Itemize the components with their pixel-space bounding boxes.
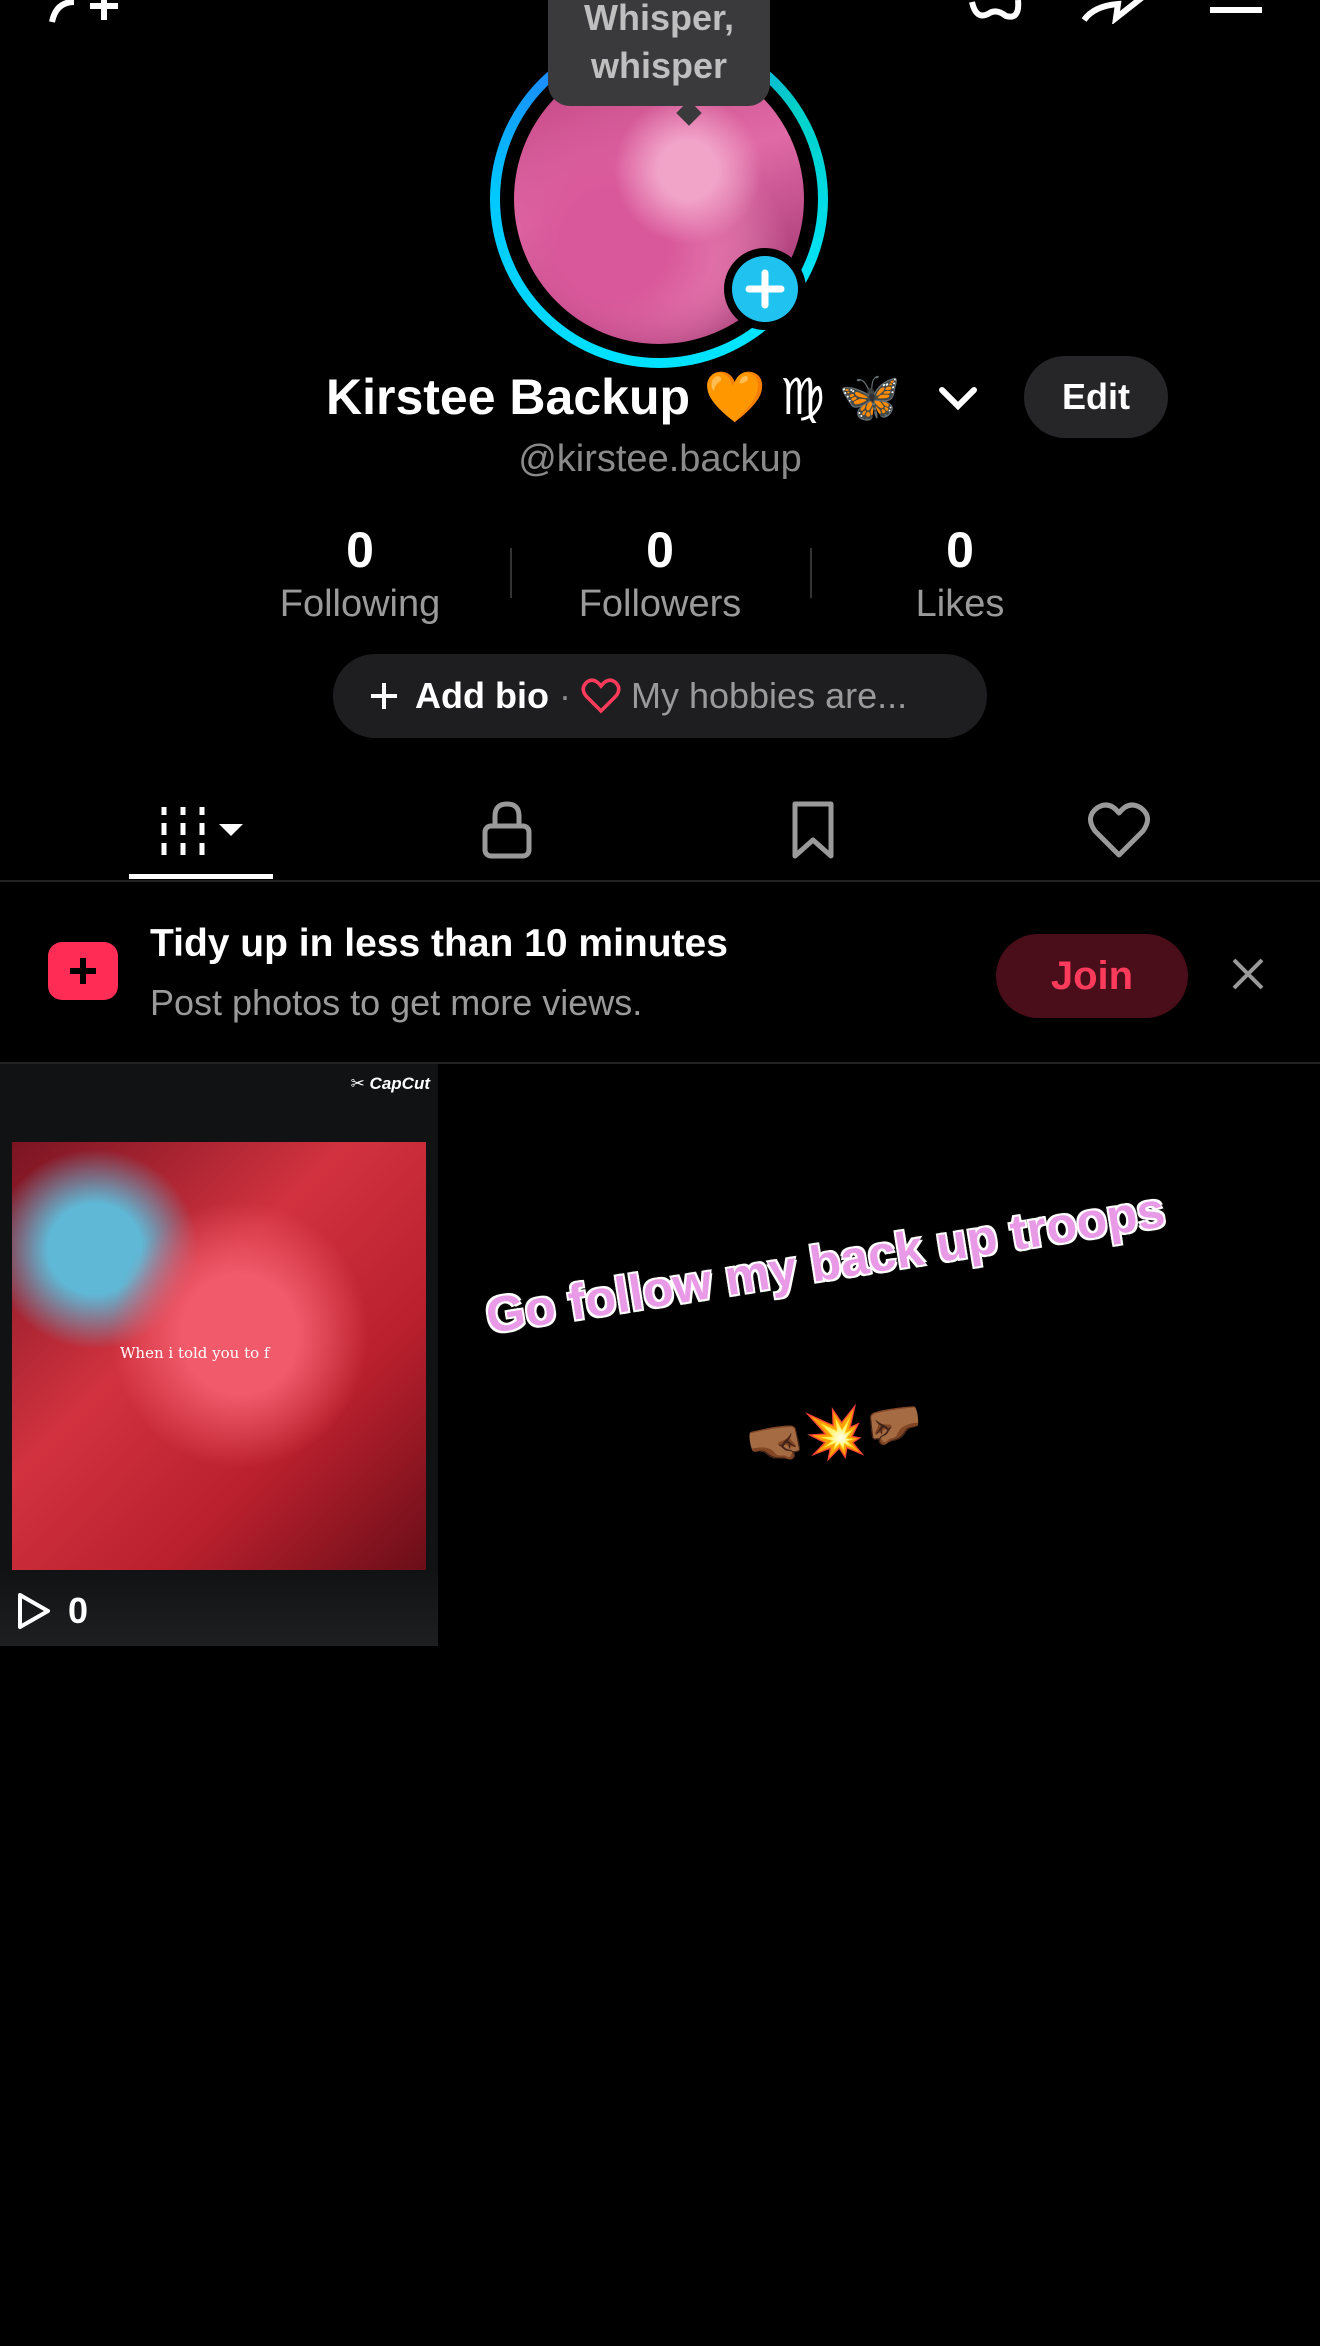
grid-icon bbox=[158, 803, 208, 857]
join-button[interactable]: Join bbox=[996, 934, 1188, 1018]
stat-label: Following bbox=[279, 583, 441, 625]
creator-tools-icon[interactable] bbox=[966, 0, 1026, 24]
close-icon[interactable] bbox=[1228, 954, 1268, 994]
heart-icon bbox=[1087, 801, 1151, 859]
video-thumbnail[interactable]: ✂︎ CapCut When i told you to f 0 bbox=[0, 1064, 438, 1646]
stat-label: Followers bbox=[578, 583, 742, 625]
sticker-emoji: 🤜🏾💥🤛🏾 bbox=[742, 1394, 928, 1475]
tab-videos[interactable] bbox=[129, 780, 273, 880]
add-bio-button[interactable]: Add bio · My hobbies are... bbox=[333, 654, 987, 738]
photo-prompt-banner: Tidy up in less than 10 minutes Post pho… bbox=[0, 882, 1320, 1064]
add-photo-icon bbox=[48, 942, 118, 1000]
view-count-value: 0 bbox=[68, 1590, 89, 1631]
chevron-down-icon[interactable] bbox=[938, 382, 978, 412]
stat-following[interactable]: 0 Following bbox=[210, 520, 510, 628]
caret-down-icon bbox=[218, 822, 244, 838]
video-caption: When i told you to f bbox=[120, 1344, 270, 1362]
tab-saved[interactable] bbox=[738, 780, 888, 880]
edit-profile-button[interactable]: Edit bbox=[1024, 356, 1168, 438]
add-story-button[interactable] bbox=[724, 248, 806, 330]
stat-likes[interactable]: 0 Likes bbox=[810, 520, 1110, 628]
tab-liked[interactable] bbox=[1044, 780, 1194, 880]
bio-separator: · bbox=[558, 675, 571, 716]
add-friend-icon[interactable] bbox=[44, 0, 124, 24]
capcut-watermark: ✂︎ CapCut bbox=[351, 1074, 430, 1094]
stat-followers[interactable]: 0 Followers bbox=[510, 520, 810, 628]
lock-icon bbox=[481, 800, 533, 860]
add-bio-label: Add bio bbox=[415, 675, 549, 716]
bio-hobbies-prompt: My hobbies are... bbox=[630, 675, 908, 716]
bookmark-icon bbox=[789, 800, 837, 860]
play-icon bbox=[14, 1591, 54, 1631]
sticker-text: Go follow my back up troops bbox=[482, 1181, 1169, 1345]
capcut-logo-icon: ✂︎ bbox=[350, 1074, 365, 1093]
tooltip-line-2: whisper bbox=[590, 45, 728, 86]
active-tab-indicator bbox=[129, 874, 273, 879]
profile-tabs bbox=[0, 780, 1320, 882]
banner-title: Tidy up in less than 10 minutes bbox=[150, 922, 728, 965]
status-tooltip[interactable]: Whisper, whisper bbox=[548, 0, 770, 106]
stat-value: 0 bbox=[946, 522, 974, 578]
view-count: 0 bbox=[14, 1590, 88, 1632]
stat-value: 0 bbox=[646, 522, 674, 578]
capcut-label: CapCut bbox=[369, 1074, 430, 1093]
heart-icon bbox=[581, 678, 621, 714]
plus-icon bbox=[369, 681, 399, 711]
tooltip-line-1: Whisper, bbox=[583, 0, 735, 38]
username-handle: @kirstee.backup bbox=[518, 438, 802, 480]
stat-value: 0 bbox=[346, 522, 374, 578]
tab-private[interactable] bbox=[432, 780, 582, 880]
banner-subtitle: Post photos to get more views. bbox=[150, 982, 643, 1023]
share-icon[interactable] bbox=[1078, 0, 1148, 24]
display-name[interactable]: Kirstee Backup 🧡 ♍ 🦋 bbox=[326, 368, 901, 427]
menu-icon[interactable] bbox=[1206, 0, 1266, 24]
plus-icon bbox=[732, 256, 798, 322]
stat-label: Likes bbox=[915, 583, 1005, 625]
